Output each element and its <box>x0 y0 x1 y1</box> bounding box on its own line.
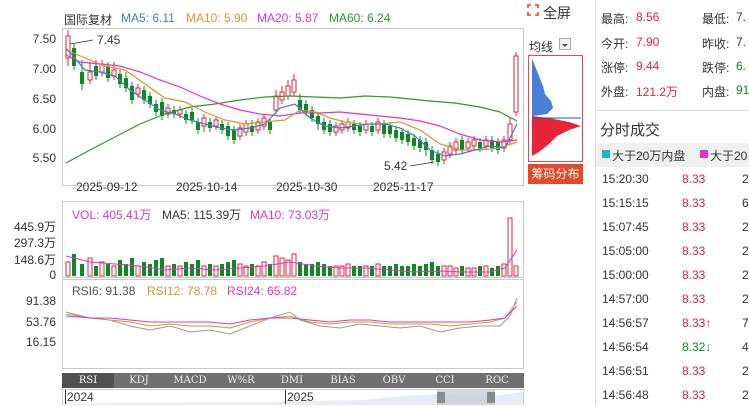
trade-row: 15:07:45 8.33 2 <box>598 215 749 239</box>
tab-cci[interactable]: CCI <box>419 373 471 388</box>
tab-obv[interactable]: OBV <box>368 373 420 388</box>
trade-price: 8.33 <box>682 268 706 282</box>
trade-time: 15:20:30 <box>602 172 649 186</box>
trades-header: 分时成交 <box>596 110 749 143</box>
trade-time: 14:56:57 <box>602 316 649 330</box>
trade-price: 8.33 <box>682 220 706 234</box>
chevron-down-icon <box>559 38 571 50</box>
trade-volume: 2 <box>742 268 749 282</box>
trade-volume: 2 <box>742 220 749 234</box>
trade-row: 14:56:51 8.33 2 <box>598 359 749 383</box>
tab-roc[interactable]: ROC <box>470 373 524 388</box>
range-handle-left <box>437 392 445 403</box>
open-label: 今开: <box>601 37 629 51</box>
fullscreen-button[interactable]: 全屏 <box>527 3 577 21</box>
trade-time: 15:00:00 <box>602 268 649 282</box>
trade-row: 15:05:00 8.33 2 <box>598 239 749 263</box>
limit-down-label: 跌停: <box>702 61 730 75</box>
trade-price: 8.33 <box>682 172 706 186</box>
avg-line-dropdown[interactable]: 均线 <box>527 37 577 55</box>
timeline-navigator[interactable]: 2024 2025 <box>62 389 524 405</box>
trade-time: 15:05:00 <box>602 244 649 258</box>
trade-time: 14:56:54 <box>602 340 649 354</box>
trade-volume: 4 <box>742 340 749 354</box>
tab-bias[interactable]: BIAS <box>317 373 369 388</box>
tab-kdj[interactable]: KDJ <box>113 373 165 388</box>
trade-time: 14:57:00 <box>602 292 649 306</box>
timeline-year: 2025 <box>285 390 314 404</box>
trades-title: 分时成交 <box>600 122 661 139</box>
low-label: 最低: <box>702 12 730 26</box>
indicator-tabs: RSI KDJ MACD W%R DMI BIAS OBV CCI ROC <box>62 373 524 388</box>
tab-wr[interactable]: W%R <box>215 373 267 388</box>
trade-volume: 2 <box>742 388 749 402</box>
trade-price: 8.32↓ <box>682 340 712 354</box>
tab-dmi[interactable]: DMI <box>266 373 318 388</box>
trade-price: 8.33 <box>682 364 706 378</box>
prev-close-label: 昨收: <box>702 37 730 51</box>
tab-rsi[interactable]: RSI <box>62 373 114 388</box>
trade-time: 14:56:51 <box>602 364 649 378</box>
limit-down-value: 6. <box>736 59 747 73</box>
trade-row: 14:57:00 8.33 2 <box>598 287 749 311</box>
high-label: 最高: <box>601 12 629 26</box>
trade-price: 8.33 <box>682 244 706 258</box>
trade-row: 14:56:54 8.32↓ 4 <box>598 335 749 359</box>
trade-volume: 7 <box>742 316 749 330</box>
high-value: 8.56 <box>636 10 660 24</box>
trade-row: 15:00:00 8.33 2 <box>598 263 749 287</box>
chip-distribution <box>528 55 583 162</box>
trade-volume: 2 <box>742 244 749 258</box>
trade-volume: 2 <box>742 364 749 378</box>
rsi-chart <box>65 297 518 335</box>
trade-row: 14:56:48 8.33 2 <box>598 383 749 407</box>
trade-time: 14:56:48 <box>602 388 649 402</box>
outer-value: 121.2万 <box>636 85 679 99</box>
trade-time: 15:07:45 <box>602 220 649 234</box>
trade-price: 8.33↑ <box>682 316 712 330</box>
outer-label: 外盘: <box>601 85 629 99</box>
chip-distribution-button[interactable]: 筹码分布 <box>528 164 583 184</box>
trades-legend: 大于20万内盘 大于20 <box>596 143 749 167</box>
inner-label: 内盘: <box>702 85 730 99</box>
limit-up-label: 涨停: <box>601 61 629 75</box>
trade-volume: 6 <box>742 196 749 210</box>
tab-macd[interactable]: MACD <box>164 373 216 388</box>
low-value: 7. <box>736 10 747 24</box>
big-buy-swatch <box>700 150 708 158</box>
trade-volume: 2 <box>742 292 749 306</box>
limit-up-value: 9.44 <box>636 59 660 73</box>
timeline-year: 2024 <box>65 390 94 404</box>
trade-price: 8.33 <box>682 292 706 306</box>
trade-row: 14:56:57 8.33↑ 7 <box>598 311 749 335</box>
trade-price: 8.33 <box>682 388 706 402</box>
trade-price: 8.33 <box>682 196 706 210</box>
trade-time: 15:15:15 <box>602 196 649 210</box>
open-value: 7.90 <box>636 35 660 49</box>
prev-close-value: 7. <box>736 35 747 49</box>
big-sell-swatch <box>602 150 610 158</box>
trade-row: 15:15:15 8.33 6 <box>598 191 749 215</box>
range-handle-right <box>487 392 495 403</box>
inner-value: 91 <box>736 83 749 97</box>
trade-row: 15:20:30 8.33 2 <box>598 167 749 191</box>
trade-volume: 2 <box>742 172 749 186</box>
